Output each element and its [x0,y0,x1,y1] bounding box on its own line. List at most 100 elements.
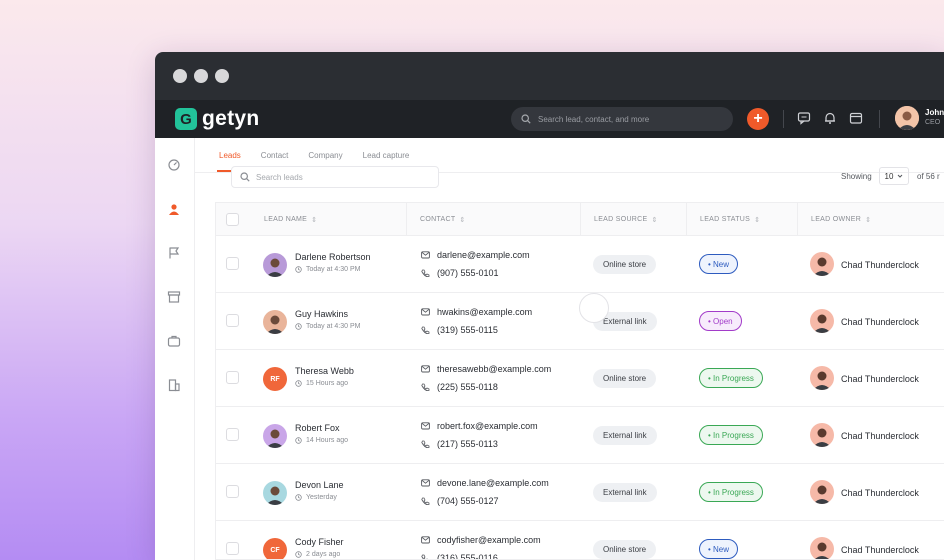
table-row[interactable]: Robert Fox 14 Hours ago robert.fox@examp… [216,407,944,464]
leads-users-icon[interactable] [167,202,181,216]
lead-phone[interactable]: (907) 555-0101 [421,268,499,278]
column-header-contact[interactable]: CONTACT ⇕ [406,203,466,236]
window-dot-maximize[interactable] [215,69,229,83]
lead-phone[interactable]: (225) 555-0118 [421,382,498,392]
lead-phone[interactable]: (217) 555-0113 [421,439,498,449]
person-icon [895,106,919,130]
table-row[interactable]: RF Theresa Webb 15 Hours ago theresawebb… [216,350,944,407]
lead-time-text: Today at 4:30 PM [306,323,361,330]
lead-email[interactable]: hwakins@example.com [421,307,532,317]
clock-icon [295,551,302,558]
clock-icon [295,380,302,387]
chat-icon[interactable] [797,111,811,125]
owner-name[interactable]: Chad Thunderclock [841,260,919,270]
sort-icon: ⇕ [311,216,318,224]
lead-phone-text: (217) 555-0113 [437,439,498,449]
lead-email[interactable]: darlene@example.com [421,250,530,260]
table-row[interactable]: Devon Lane Yesterday devone.lane@example… [216,464,944,521]
owner-avatar [810,366,834,390]
mail-icon [421,308,430,316]
search-icon [521,114,531,124]
lead-phone-text: (319) 555-0115 [437,325,498,335]
row-checkbox[interactable] [226,314,239,327]
lead-status-badge[interactable]: • New [699,254,739,274]
owner-name[interactable]: Chad Thunderclock [841,488,919,498]
page-size-select[interactable]: 10 [879,167,909,185]
lead-status-badge[interactable]: • Open [699,311,742,331]
column-header-lead-name[interactable]: LEAD NAME ⇕ [264,203,317,236]
header-divider [879,110,880,128]
row-checkbox[interactable] [226,257,239,270]
person-icon [813,485,831,504]
calendar-icon[interactable] [849,111,863,125]
person-icon [813,257,831,276]
lead-status-badge[interactable]: • In Progress [699,368,763,388]
row-checkbox[interactable] [226,371,239,384]
search-placeholder: Search lead, contact, and more [538,114,650,124]
campaign-flag-icon[interactable] [167,246,181,260]
logo[interactable]: G getyn [175,107,260,131]
bell-icon[interactable] [823,111,837,125]
app-header: G getyn Search lead, contact, and more +… [155,100,944,138]
lead-name[interactable]: Theresa Webb [295,366,354,376]
user-avatar[interactable] [895,106,919,130]
sort-icon: ⇕ [651,216,658,224]
column-header-lead-status[interactable]: LEAD STATUS ⇕ [686,203,760,236]
owner-name[interactable]: Chad Thunderclock [841,374,919,384]
lead-name[interactable]: Cody Fisher [295,537,344,547]
global-search-input[interactable]: Search lead, contact, and more [511,107,733,131]
lead-phone[interactable]: (316) 555-0116 [421,553,498,559]
header-divider [783,110,784,128]
lead-email-text: robert.fox@example.com [437,421,538,431]
window-dot-close[interactable] [173,69,187,83]
lead-name[interactable]: Guy Hawkins [295,309,348,319]
phone-icon [421,383,430,391]
lead-source-badge: External link [593,483,657,502]
lead-status-badge[interactable]: • New [699,539,739,559]
store-icon[interactable] [167,290,181,304]
lead-name[interactable]: Devon Lane [295,480,344,490]
avatar-initials: CF [270,546,280,554]
column-header-lead-source[interactable]: LEAD SOURCE ⇕ [580,203,658,236]
lead-phone[interactable]: (319) 555-0115 [421,325,498,335]
lead-status-badge[interactable]: • In Progress [699,482,763,502]
sort-icon: ⇕ [865,216,872,224]
lead-email[interactable]: theresawebb@example.com [421,364,551,374]
lead-avatar [263,481,287,505]
lead-status-badge[interactable]: • In Progress [699,425,763,445]
sort-icon: ⇕ [754,216,761,224]
lead-search-input[interactable]: Search leads [231,166,439,188]
lead-email-text: hwakins@example.com [437,307,533,317]
select-all-checkbox[interactable] [226,213,239,226]
lead-name[interactable]: Robert Fox [295,423,340,433]
person-icon [815,542,829,559]
person-icon [813,314,831,333]
person-icon [266,315,284,334]
lead-email[interactable]: robert.fox@example.com [421,421,538,431]
person-icon [813,428,831,447]
phone-icon [421,440,430,448]
lead-email[interactable]: codyfisher@example.com [421,535,541,545]
user-role: CEO [925,119,941,126]
building-icon[interactable] [167,378,181,392]
column-label: LEAD NAME [264,216,308,223]
owner-name[interactable]: Chad Thunderclock [841,545,919,555]
owner-name[interactable]: Chad Thunderclock [841,317,919,327]
column-header-lead-owner[interactable]: LEAD OWNER ⇕ [797,203,871,236]
add-new-button[interactable]: + [747,108,769,130]
lead-time-text: 2 days ago [306,551,341,558]
logo-mark-icon: G [175,108,197,130]
lead-phone[interactable]: (704) 555-0127 [421,496,499,506]
owner-avatar [810,537,834,559]
briefcase-icon[interactable] [167,334,181,348]
row-checkbox[interactable] [226,428,239,441]
table-row[interactable]: Darlene Robertson Today at 4:30 PM darle… [216,236,944,293]
row-checkbox[interactable] [226,485,239,498]
owner-name[interactable]: Chad Thunderclock [841,431,919,441]
lead-name[interactable]: Darlene Robertson [295,252,371,262]
window-dot-minimize[interactable] [194,69,208,83]
table-row[interactable]: CF Cody Fisher 2 days ago codyfisher@exa… [216,521,944,559]
row-checkbox[interactable] [226,542,239,555]
lead-email[interactable]: devone.lane@example.com [421,478,549,488]
dashboard-gauge-icon[interactable] [167,158,181,172]
